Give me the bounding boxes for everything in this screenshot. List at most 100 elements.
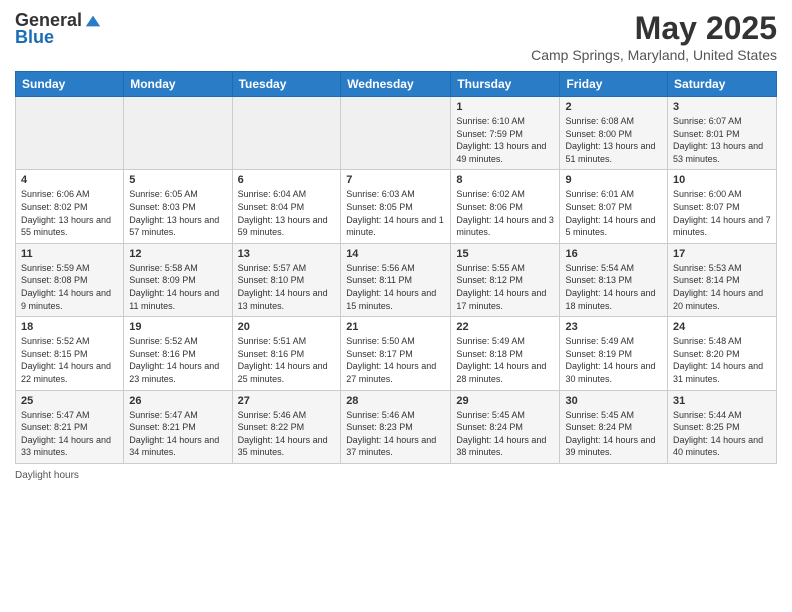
day-info: Sunrise: 6:05 AM Sunset: 8:03 PM Dayligh… [129,188,226,238]
calendar-dow-saturday: Saturday [668,72,777,97]
day-info: Sunrise: 6:02 AM Sunset: 8:06 PM Dayligh… [456,188,554,238]
calendar-cell: 16 Sunrise: 5:54 AM Sunset: 8:13 PM Dayli… [560,243,668,316]
calendar-cell: 18 Sunrise: 5:52 AM Sunset: 8:15 PM Dayli… [16,317,124,390]
calendar-cell: 30 Sunrise: 5:45 AM Sunset: 8:24 PM Dayli… [560,390,668,463]
day-info: Sunrise: 5:46 AM Sunset: 8:23 PM Dayligh… [346,409,445,459]
calendar-week-row: 18 Sunrise: 5:52 AM Sunset: 8:15 PM Dayli… [16,317,777,390]
calendar-cell: 15 Sunrise: 5:55 AM Sunset: 8:12 PM Dayli… [451,243,560,316]
day-info: Sunrise: 6:06 AM Sunset: 8:02 PM Dayligh… [21,188,118,238]
calendar-cell: 29Sunrise: 5:45 AM Sunset: 8:24 PM Dayli… [451,390,560,463]
calendar-cell: 31Sunrise: 5:44 AM Sunset: 8:25 PM Dayli… [668,390,777,463]
day-number: 26 [129,395,226,407]
day-info: Sunrise: 5:52 AM Sunset: 8:16 PM Dayligh… [129,335,226,385]
day-number: 3 [673,101,771,113]
logo-icon [84,12,102,30]
location-title: Camp Springs, Maryland, United States [531,47,777,63]
day-info: Sunrise: 5:46 AM Sunset: 8:22 PM Dayligh… [238,409,336,459]
page-header: General Blue May 2025 Camp Springs, Mary… [15,10,777,63]
calendar-week-row: 11 Sunrise: 5:59 AM Sunset: 8:08 PM Dayli… [16,243,777,316]
day-number: 5 [129,174,226,186]
footer-note: Daylight hours [15,470,777,481]
day-info: Sunrise: 6:08 AM Sunset: 8:00 PM Dayligh… [565,115,662,165]
calendar-cell: 7 Sunrise: 6:03 AM Sunset: 8:05 PM Daylig… [341,170,451,243]
day-info: Sunrise: 6:01 AM Sunset: 8:07 PM Dayligh… [565,188,662,238]
calendar-cell: 9 Sunrise: 6:01 AM Sunset: 8:07 PM Daylig… [560,170,668,243]
calendar-cell: 25 Sunrise: 5:47 AM Sunset: 8:21 PM Dayli… [16,390,124,463]
title-area: May 2025 Camp Springs, Maryland, United … [531,10,777,63]
day-number: 4 [21,174,118,186]
day-number: 18 [21,321,118,333]
calendar-dow-wednesday: Wednesday [341,72,451,97]
day-info: Sunrise: 5:52 AM Sunset: 8:15 PM Dayligh… [21,335,118,385]
day-info: Sunrise: 5:53 AM Sunset: 8:14 PM Dayligh… [673,262,771,312]
day-info: Sunrise: 6:04 AM Sunset: 8:04 PM Dayligh… [238,188,336,238]
day-number: 16 [565,248,662,260]
calendar-cell: 19 Sunrise: 5:52 AM Sunset: 8:16 PM Dayli… [124,317,232,390]
day-info: Sunrise: 6:00 AM Sunset: 8:07 PM Dayligh… [673,188,771,238]
logo: General Blue [15,10,102,48]
day-number: 24 [673,321,771,333]
day-info: Sunrise: 5:57 AM Sunset: 8:10 PM Dayligh… [238,262,336,312]
day-info: Sunrise: 5:56 AM Sunset: 8:11 PM Dayligh… [346,262,445,312]
day-info: Sunrise: 5:47 AM Sunset: 8:21 PM Dayligh… [21,409,118,459]
day-number: 10 [673,174,771,186]
day-number: 23 [565,321,662,333]
day-number: 20 [238,321,336,333]
day-number: 13 [238,248,336,260]
calendar-cell: 10 Sunrise: 6:00 AM Sunset: 8:07 PM Dayli… [668,170,777,243]
day-info: Sunrise: 6:03 AM Sunset: 8:05 PM Dayligh… [346,188,445,238]
day-number: 15 [456,248,554,260]
day-number: 25 [21,395,118,407]
day-number: 6 [238,174,336,186]
day-info: Sunrise: 5:54 AM Sunset: 8:13 PM Dayligh… [565,262,662,312]
month-title: May 2025 [531,10,777,47]
calendar-cell [232,97,341,170]
day-number: 27 [238,395,336,407]
day-number: 19 [129,321,226,333]
calendar-week-row: 1 Sunrise: 6:10 AM Sunset: 7:59 PM Daylig… [16,97,777,170]
calendar-week-row: 4 Sunrise: 6:06 AM Sunset: 8:02 PM Daylig… [16,170,777,243]
day-number: 11 [21,248,118,260]
calendar-header-row: SundayMondayTuesdayWednesdayThursdayFrid… [16,72,777,97]
calendar-dow-monday: Monday [124,72,232,97]
day-number: 17 [673,248,771,260]
day-info: Sunrise: 5:51 AM Sunset: 8:16 PM Dayligh… [238,335,336,385]
day-number: 21 [346,321,445,333]
calendar-cell: 27 Sunrise: 5:46 AM Sunset: 8:22 PM Dayli… [232,390,341,463]
day-info: Sunrise: 6:07 AM Sunset: 8:01 PM Dayligh… [673,115,771,165]
calendar-table: SundayMondayTuesdayWednesdayThursdayFrid… [15,71,777,464]
day-info: Sunrise: 5:50 AM Sunset: 8:17 PM Dayligh… [346,335,445,385]
day-number: 8 [456,174,554,186]
day-number: 2 [565,101,662,113]
day-info: Sunrise: 5:48 AM Sunset: 8:20 PM Dayligh… [673,335,771,385]
calendar-cell: 2 Sunrise: 6:08 AM Sunset: 8:00 PM Daylig… [560,97,668,170]
calendar-cell: 5 Sunrise: 6:05 AM Sunset: 8:03 PM Daylig… [124,170,232,243]
calendar-cell: 24 Sunrise: 5:48 AM Sunset: 8:20 PM Dayli… [668,317,777,390]
day-number: 9 [565,174,662,186]
calendar-dow-sunday: Sunday [16,72,124,97]
day-info: Sunrise: 5:45 AM Sunset: 8:24 PM Dayligh… [456,409,554,459]
day-info: Sunrise: 5:55 AM Sunset: 8:12 PM Dayligh… [456,262,554,312]
day-info: Sunrise: 5:49 AM Sunset: 8:18 PM Dayligh… [456,335,554,385]
day-number: 14 [346,248,445,260]
day-info: Sunrise: 5:45 AM Sunset: 8:24 PM Dayligh… [565,409,662,459]
calendar-dow-friday: Friday [560,72,668,97]
calendar-cell: 20 Sunrise: 5:51 AM Sunset: 8:16 PM Dayli… [232,317,341,390]
day-number: 1 [456,101,554,113]
calendar-dow-tuesday: Tuesday [232,72,341,97]
logo-blue-text: Blue [15,27,54,48]
day-number: 30 [565,395,662,407]
calendar-cell: 23 Sunrise: 5:49 AM Sunset: 8:19 PM Dayli… [560,317,668,390]
calendar-cell: 21 Sunrise: 5:50 AM Sunset: 8:17 PM Dayli… [341,317,451,390]
calendar-cell: 1 Sunrise: 6:10 AM Sunset: 7:59 PM Daylig… [451,97,560,170]
day-number: 31 [673,395,771,407]
day-info: Sunrise: 5:58 AM Sunset: 8:09 PM Dayligh… [129,262,226,312]
day-info: Sunrise: 5:59 AM Sunset: 8:08 PM Dayligh… [21,262,118,312]
calendar-cell [124,97,232,170]
calendar-cell: 11 Sunrise: 5:59 AM Sunset: 8:08 PM Dayli… [16,243,124,316]
day-info: Sunrise: 5:49 AM Sunset: 8:19 PM Dayligh… [565,335,662,385]
day-number: 7 [346,174,445,186]
calendar-cell: 3 Sunrise: 6:07 AM Sunset: 8:01 PM Daylig… [668,97,777,170]
day-info: Sunrise: 6:10 AM Sunset: 7:59 PM Dayligh… [456,115,554,165]
calendar-cell: 26Sunrise: 5:47 AM Sunset: 8:21 PM Dayli… [124,390,232,463]
